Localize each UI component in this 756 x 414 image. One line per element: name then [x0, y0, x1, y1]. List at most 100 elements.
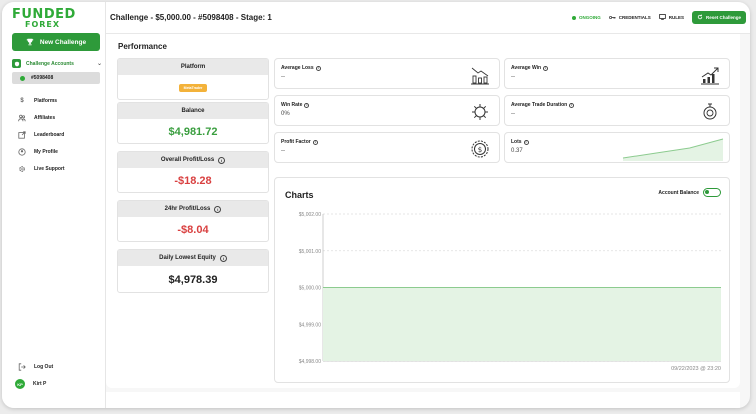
reset-challenge-button[interactable]: Reset Challenge	[691, 11, 746, 24]
sidebar-item-label: Platforms	[34, 98, 58, 104]
balance-chart: $5,002.00 $5,001.00 $5,000.00 $4,999.00 $4,9…	[299, 212, 721, 372]
balance-area	[323, 287, 721, 361]
sidebar-item-affiliates[interactable]: Affiliates	[18, 113, 55, 123]
metric-label: Win Rate	[281, 102, 303, 108]
rules-button[interactable]: RULES	[658, 14, 684, 21]
chart-up-icon	[701, 67, 719, 85]
y-tick-label: $5,002.00	[299, 212, 321, 218]
shield-icon	[12, 59, 21, 68]
people-icon	[18, 114, 26, 122]
metric-value: 0.37	[511, 148, 523, 154]
lowest-equity-value: $4,978.39	[168, 274, 218, 286]
performance-heading: Performance	[118, 42, 167, 51]
balance-label: Balance	[181, 108, 205, 114]
average-loss-card: Average Loss i --	[274, 58, 500, 89]
sidebar: FUNDED FOREX New Challenge Challenge Acc…	[2, 2, 106, 408]
info-icon[interactable]: i	[219, 254, 227, 262]
page-title: Challenge - $5,000.00 - #5098408 - Stage…	[110, 13, 272, 22]
challenge-accounts-label: Challenge Accounts	[26, 60, 74, 67]
metric-value: --	[511, 111, 515, 117]
status-label: ONGOING	[578, 15, 601, 20]
app-window: FUNDED FOREX New Challenge Challenge Acc…	[2, 2, 750, 408]
sidebar-item-label: Affiliates	[34, 115, 56, 121]
dollar-icon: $	[20, 98, 24, 104]
info-icon[interactable]: i	[218, 156, 226, 164]
new-challenge-button[interactable]: New Challenge	[12, 33, 100, 51]
key-icon	[608, 15, 616, 21]
y-tick-label: $4,999.00	[299, 322, 321, 328]
sidebar-item-label: Leaderboard	[34, 132, 65, 138]
user-profile[interactable]: KP Kirt P	[15, 379, 46, 389]
bar-chart-down-icon	[471, 67, 489, 85]
daily-pl-value: -$8.04	[177, 224, 209, 236]
rules-label: RULES	[668, 15, 684, 20]
account-item[interactable]: #5098408	[12, 72, 100, 84]
monitor-icon	[658, 14, 666, 21]
daily-pl-label: 24hr Profit/Loss	[164, 206, 211, 212]
sidebar-item-label: My Profile	[34, 149, 58, 155]
sidebar-item-my-profile[interactable]: My Profile	[18, 147, 58, 157]
logout-icon	[18, 363, 26, 371]
platform-label: Platform	[180, 64, 206, 70]
y-tick-label: $4,998.00	[299, 359, 321, 365]
average-trade-duration-card: Average Trade Duration i --	[504, 95, 730, 126]
info-icon[interactable]: i	[312, 139, 318, 145]
overall-pl-card: Overall Profit/Loss i -$18.28	[117, 151, 269, 193]
lowest-equity-label: Daily Lowest Equity	[159, 255, 216, 261]
y-tick-label: $5,000.00	[299, 286, 321, 292]
metric-label: Profit Factor	[281, 139, 311, 145]
dollar-coin-icon: $	[471, 140, 489, 158]
platform-card: Platform MetaTrader	[117, 58, 269, 100]
charts-card: Charts Account Balance $5,002.00 $5,001.0…	[274, 177, 730, 383]
credentials-button[interactable]: CREDENTIALS	[608, 15, 651, 21]
metric-value: --	[281, 148, 285, 154]
metric-label: Average Trade Duration	[511, 102, 568, 108]
main-panel: Performance Platform MetaTrader Balance …	[106, 34, 740, 388]
metric-value: --	[511, 74, 515, 80]
external-link-icon	[18, 131, 26, 139]
credentials-label: CREDENTIALS	[618, 15, 651, 20]
win-rate-card: Win Rate i 0%	[274, 95, 500, 126]
challenge-accounts-toggle[interactable]: Challenge Accounts ⌄	[12, 57, 102, 70]
lots-sparkline	[622, 138, 724, 161]
info-icon[interactable]: i	[315, 65, 321, 71]
info-icon[interactable]: i	[543, 65, 549, 71]
page-bottom-strip	[106, 392, 740, 408]
user-name: Kirt P	[33, 381, 47, 387]
active-dot-icon	[20, 75, 25, 81]
x-tick-label: 09/22/2023 @ 23:20	[671, 366, 721, 372]
brand-logo[interactable]: FUNDED FOREX	[12, 8, 76, 29]
lowest-equity-card: Daily Lowest Equity i $4,978.39	[117, 249, 269, 293]
metric-label: Average Loss	[281, 65, 314, 71]
svg-text:$: $	[478, 146, 482, 154]
gear-icon	[18, 165, 26, 173]
new-challenge-label: New Challenge	[39, 38, 87, 46]
info-icon[interactable]: i	[523, 139, 529, 145]
metric-label: Lots	[511, 139, 522, 145]
overall-pl-value: -$18.28	[174, 175, 212, 187]
gear-ring-icon	[472, 104, 488, 120]
metric-value: 0%	[281, 111, 290, 117]
chevron-down-icon: ⌄	[96, 61, 102, 67]
info-icon[interactable]: i	[569, 102, 575, 108]
trophy-icon	[26, 38, 34, 46]
lots-card: Lots i 0.37	[504, 132, 730, 163]
timer-icon	[703, 103, 717, 120]
logout-label: Log Out	[34, 364, 54, 370]
sidebar-item-live-support[interactable]: Live Support	[18, 164, 65, 174]
account-id: #5098408	[31, 75, 54, 81]
sidebar-item-platforms[interactable]: $ Platforms	[18, 96, 57, 106]
info-icon[interactable]: i	[214, 205, 222, 213]
average-win-card: Average Win i --	[504, 58, 730, 89]
logout-button[interactable]: Log Out	[18, 362, 53, 372]
avatar: KP	[15, 379, 25, 389]
sidebar-item-leaderboard[interactable]: Leaderboard	[18, 130, 64, 140]
platform-badge: MetaTrader	[178, 84, 208, 92]
top-header: Challenge - $5,000.00 - #5098408 - Stage…	[106, 2, 750, 34]
metric-value: --	[281, 74, 285, 80]
overall-pl-label: Overall Profit/Loss	[160, 157, 215, 163]
info-icon[interactable]: i	[304, 102, 310, 108]
reset-icon	[697, 14, 703, 21]
sidebar-item-label: Live Support	[34, 166, 65, 172]
daily-pl-card: 24hr Profit/Loss i -$8.04	[117, 200, 269, 242]
